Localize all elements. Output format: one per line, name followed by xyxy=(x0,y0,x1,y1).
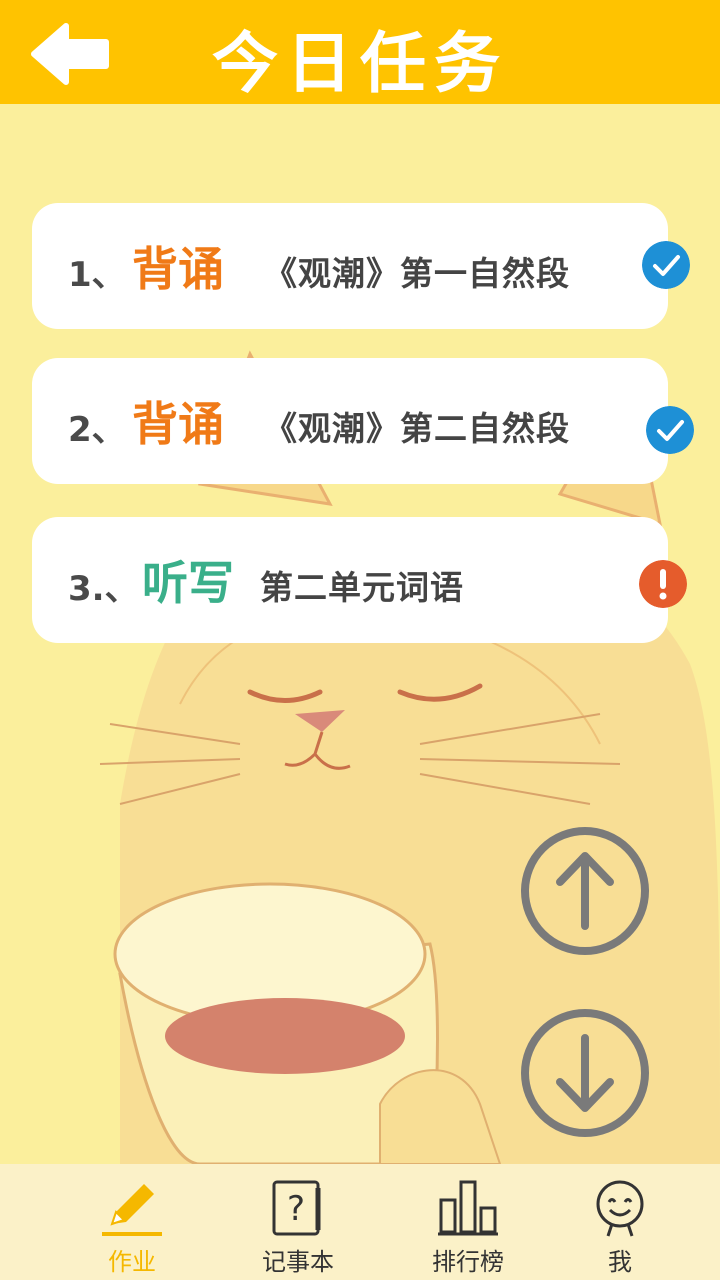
task-verb: 背诵 xyxy=(132,397,224,451)
task-number: 3.、 xyxy=(68,569,139,609)
header-bar: 今日任务 xyxy=(0,0,720,104)
nav-label: 记事本 xyxy=(262,1248,334,1276)
nav-label: 排行榜 xyxy=(432,1248,504,1276)
task-verb: 听写 xyxy=(142,556,234,610)
nav-item-notebook[interactable]: ? 记事本 xyxy=(228,1164,368,1280)
task-verb: 背诵 xyxy=(132,242,224,296)
arrow-up-icon[interactable] xyxy=(520,826,650,956)
bottom-nav: 作业 ? 记事本 排行榜 我 xyxy=(0,1164,720,1280)
arrow-down-icon[interactable] xyxy=(520,1008,650,1138)
nav-item-homework[interactable]: 作业 xyxy=(62,1164,202,1280)
task-object: 第二单元词语 xyxy=(260,568,464,607)
smiley-icon xyxy=(596,1180,644,1237)
page-title: 今日任务 xyxy=(212,25,508,102)
exclamation-icon[interactable] xyxy=(639,560,687,608)
nav-item-me[interactable]: 我 xyxy=(550,1164,690,1280)
task-number: 1、 xyxy=(68,255,126,295)
task-card-1[interactable]: 1、 背诵 《观潮》第一自然段 xyxy=(32,203,690,329)
pencil-icon xyxy=(102,1184,162,1236)
task-object: 《观潮》第一自然段 xyxy=(264,254,570,293)
nav-label: 作业 xyxy=(108,1248,156,1276)
check-icon[interactable] xyxy=(646,406,694,454)
task-card-2[interactable]: 2、 背诵 《观潮》第二自然段 xyxy=(32,358,694,484)
task-number: 2、 xyxy=(68,410,126,450)
check-icon[interactable] xyxy=(642,241,690,289)
task-object: 《观潮》第二自然段 xyxy=(264,409,570,448)
task-card-3[interactable]: 3.、 听写 第二单元词语 xyxy=(32,517,687,643)
svg-text:?: ? xyxy=(287,1189,305,1229)
nav-item-ranking[interactable]: 排行榜 xyxy=(398,1164,538,1280)
nav-label: 我 xyxy=(608,1248,632,1276)
bar-chart-icon xyxy=(438,1180,498,1236)
notebook-icon: ? xyxy=(272,1180,321,1236)
